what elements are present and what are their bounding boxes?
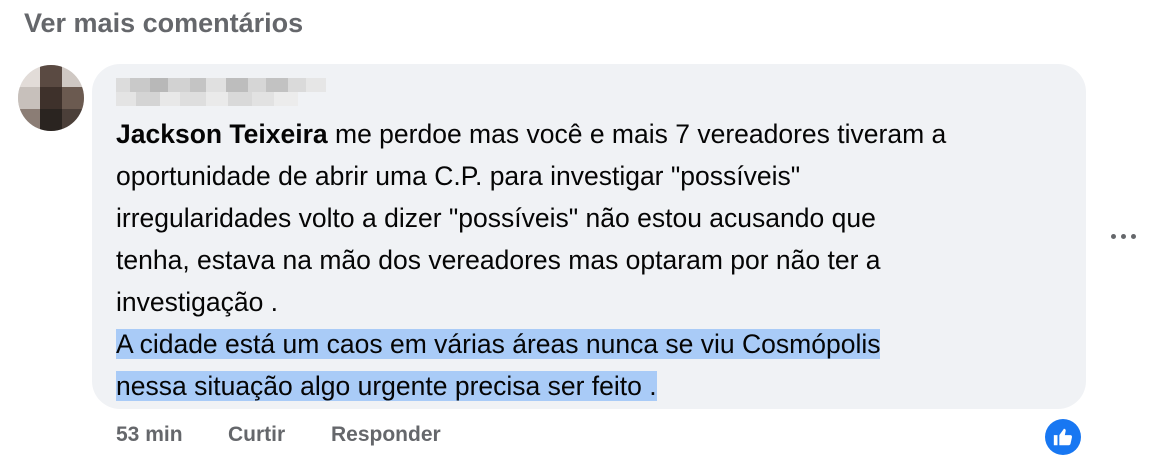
ellipsis-icon[interactable]	[1111, 232, 1141, 242]
comment-line: irregularidades volto a dizer "possíveis…	[116, 203, 876, 233]
text-selection: A cidade está um caos em várias áreas nu…	[116, 329, 881, 359]
comment-line-text: me perdoe mas você e mais 7 vereadores t…	[327, 119, 947, 149]
comment-body: Jackson Teixeira me perdoe mas você e ma…	[116, 113, 1076, 407]
highlighted-line: nessa situação algo urgente precisa ser …	[116, 365, 1076, 407]
text-selection: nessa situação algo urgente precisa ser …	[116, 371, 657, 401]
comment-thread: Ver mais comentários Jackson Teixeira me…	[0, 0, 1164, 459]
timestamp[interactable]: 53 min	[116, 423, 183, 447]
highlighted-line: A cidade está um caos em várias áreas nu…	[116, 323, 1076, 365]
mention-link[interactable]: Jackson Teixeira	[116, 119, 328, 149]
thumbs-up-icon[interactable]	[1045, 419, 1081, 455]
reply-button[interactable]: Responder	[331, 423, 441, 447]
like-button[interactable]: Curtir	[228, 423, 285, 447]
author-name-redacted[interactable]	[116, 78, 326, 106]
comment-line: oportunidade de abrir uma C.P. para inve…	[116, 161, 801, 191]
avatar[interactable]	[18, 65, 84, 131]
view-more-comments-link[interactable]: Ver mais comentários	[24, 8, 303, 39]
comment-line: Jackson Teixeira me perdoe mas você e ma…	[116, 113, 1076, 155]
comment-line: tenha, estava na mão dos vereadores mas …	[116, 245, 881, 275]
comment-line: investigação .	[116, 287, 279, 317]
